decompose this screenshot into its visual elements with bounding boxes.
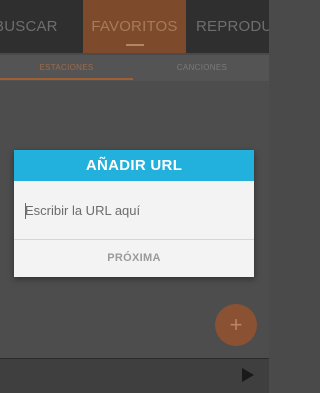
play-icon[interactable] <box>242 368 254 382</box>
url-input[interactable] <box>25 203 245 218</box>
tab-reproducir[interactable]: REPRODUCIR <box>196 0 269 53</box>
dialog-title: AÑADIR URL <box>14 150 254 181</box>
text-caret <box>25 203 26 219</box>
add-fab-button[interactable]: + <box>215 304 257 346</box>
tab-buscar[interactable]: BUSCAR <box>0 0 83 53</box>
top-tab-bar: BUSCAR FAVORITOS REPRODUCIR <box>0 0 269 53</box>
subtab-underline <box>0 78 133 80</box>
subtab-canciones[interactable]: CANCIONES <box>135 55 269 81</box>
active-tab-indicator <box>126 44 144 46</box>
next-button[interactable]: PRÓXIMA <box>14 240 254 277</box>
add-url-dialog: AÑADIR URL PRÓXIMA <box>14 150 254 277</box>
player-bar <box>0 358 269 393</box>
